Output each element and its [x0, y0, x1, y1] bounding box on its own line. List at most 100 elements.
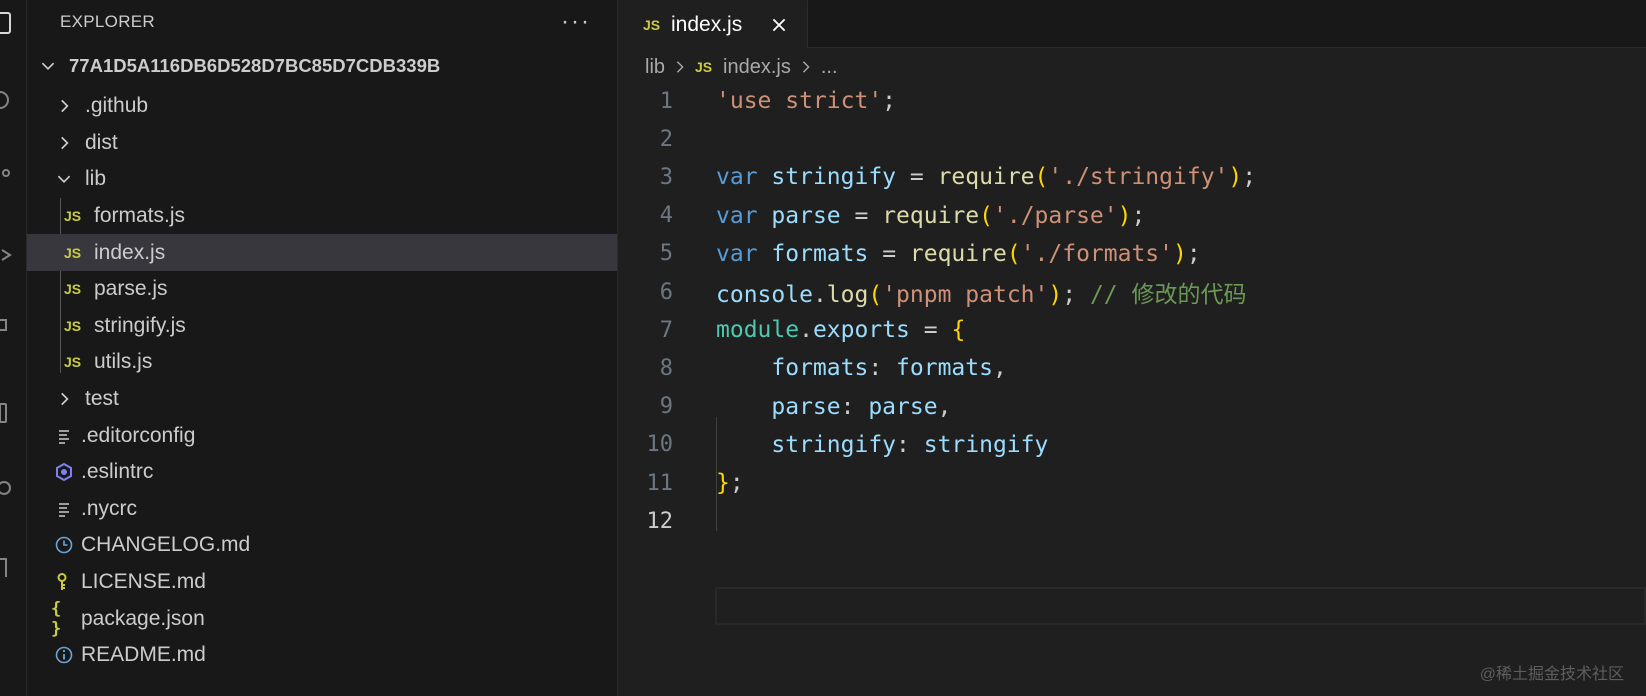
code-token: . — [799, 317, 813, 344]
lines-file-icon — [51, 423, 77, 449]
code-text: var parse = require('./parse'); — [716, 203, 1145, 229]
code-editor[interactable]: 1'use strict'; 2 3 var stringify = require(… — [618, 87, 1646, 696]
code-line[interactable]: 6 console.log('pnpm patch'); // 修改的代码 — [618, 273, 1646, 311]
tree-folder-lib[interactable]: lib — [27, 161, 617, 198]
tree-item-label: CHANGELOG.md — [81, 533, 251, 557]
code-token: parse — [716, 393, 841, 420]
search-icon[interactable] — [0, 88, 14, 114]
tree-folder-test[interactable]: test — [27, 381, 617, 418]
more-actions-icon[interactable]: ··· — [561, 8, 591, 36]
code-line[interactable]: 11}; — [618, 464, 1646, 502]
tab-index-js[interactable]: JS index.js — [618, 0, 808, 48]
close-icon[interactable] — [761, 7, 797, 43]
code-line[interactable]: 1 'use strict'; — [618, 82, 1646, 120]
source-control-icon[interactable] — [0, 165, 14, 191]
line-number: 3 — [659, 164, 673, 190]
clock-icon — [51, 532, 77, 558]
key-icon — [51, 569, 77, 595]
code-token: = — [868, 240, 910, 267]
line-number: 7 — [659, 317, 673, 343]
code-token: ; — [1062, 282, 1090, 308]
activity-bar — [0, 0, 27, 696]
explorer-header: EXPLORER ··· — [27, 0, 617, 44]
code-line[interactable]: 12 — [618, 502, 1646, 540]
tree-file-readme[interactable]: README.md — [27, 637, 617, 674]
tree-folder-dist[interactable]: dist — [27, 125, 617, 162]
code-line[interactable]: 8 formats: formats, — [618, 349, 1646, 387]
code-token: require — [909, 240, 1007, 267]
tree-item-label: .eslintrc — [81, 460, 154, 484]
code-token: ; — [1186, 240, 1201, 267]
tree-item-label: dist — [85, 130, 118, 154]
code-line[interactable]: 10 stringify: stringify — [618, 426, 1646, 464]
code-token: ; — [1131, 202, 1146, 229]
chevron-down-icon — [51, 166, 77, 192]
code-token: formats — [896, 355, 993, 382]
info-icon — [51, 642, 77, 668]
code-token: './formats' — [1020, 240, 1174, 267]
code-token: require — [882, 202, 980, 229]
tree-item-label: index.js — [94, 240, 166, 264]
tree-file-eslintrc[interactable]: .eslintrc — [27, 454, 617, 491]
code-token: exports — [812, 317, 910, 344]
code-line[interactable]: 3 var stringify = require('./stringify'); — [618, 158, 1646, 196]
eslint-icon — [51, 459, 77, 485]
chevron-right-icon — [51, 386, 77, 412]
tree-file-stringify-js[interactable]: JS stringify.js — [27, 308, 617, 345]
code-line[interactable]: 2 — [618, 120, 1646, 158]
run-debug-icon[interactable] — [0, 242, 14, 268]
code-line[interactable]: 4 var parse = require('./parse'); — [618, 197, 1646, 235]
code-token: log — [826, 282, 869, 308]
code-token: ( — [1034, 164, 1049, 191]
code-token: : — [896, 431, 924, 458]
current-line-highlight — [715, 587, 1646, 625]
testing-icon[interactable] — [0, 475, 14, 501]
code-token: stringify — [771, 164, 897, 191]
remote-icon[interactable] — [0, 400, 14, 426]
code-token: ) — [1173, 240, 1187, 267]
tree-item-label: README.md — [81, 643, 206, 667]
tab-bar: JS index.js — [618, 0, 1646, 48]
explorer-icon[interactable] — [0, 10, 14, 36]
tree-file-license[interactable]: LICENSE.md — [27, 564, 617, 601]
js-file-icon: JS — [64, 208, 82, 225]
root-folder[interactable]: 77A1D5A116DB6D528D7BC85D7CDB339B — [27, 44, 617, 88]
tree-item-label: .editorconfig — [81, 423, 196, 447]
tree-file-changelog[interactable]: CHANGELOG.md — [27, 527, 617, 564]
code-token: 'use strict' — [716, 88, 883, 114]
chevron-right-icon — [51, 93, 77, 119]
tree-item-label: LICENSE.md — [81, 570, 206, 594]
accounts-icon[interactable] — [0, 555, 14, 581]
code-token: stringify — [923, 431, 1049, 458]
code-line[interactable]: 9 parse: parse, — [618, 388, 1646, 426]
breadcrumb-file[interactable]: index.js — [723, 56, 791, 79]
code-token: ( — [1006, 240, 1021, 267]
line-number: 11 — [646, 470, 674, 496]
tree-file-index-js[interactable]: JS index.js — [27, 234, 617, 271]
code-line[interactable]: 5 var formats = require('./formats'); — [618, 235, 1646, 273]
code-token: , — [992, 355, 1007, 382]
code-line[interactable]: 7 module.exports = { — [618, 311, 1646, 349]
tree-item-label: lib — [85, 167, 107, 191]
tree-file-editorconfig[interactable]: .editorconfig — [27, 417, 617, 454]
lines-file-icon — [51, 496, 77, 522]
tree-file-utils-js[interactable]: JS utils.js — [27, 344, 617, 381]
watermark: @稀土掘金技术社区 — [1479, 666, 1624, 683]
tree-file-parse-js[interactable]: JS parse.js — [27, 271, 617, 308]
extensions-icon[interactable] — [0, 312, 14, 338]
line-number: 1 — [659, 88, 673, 114]
breadcrumb-folder[interactable]: lib — [645, 56, 665, 79]
tree-file-formats-js[interactable]: JS formats.js — [27, 198, 617, 235]
code-text: formats: formats, — [716, 355, 1007, 382]
breadcrumb: lib JS index.js ... — [618, 48, 1646, 86]
tree-folder-github[interactable]: .github — [27, 88, 617, 125]
code-token: stringify — [716, 431, 897, 458]
explorer-title: EXPLORER — [60, 12, 155, 31]
code-token: var — [716, 202, 758, 229]
tree-file-package-json[interactable]: { } package.json — [27, 599, 617, 639]
editor-area: JS index.js lib JS index.js ... 1 'use st… — [618, 0, 1646, 696]
tree-file-nycrc[interactable]: .nycrc — [27, 491, 617, 528]
breadcrumb-more[interactable]: ... — [821, 56, 838, 79]
js-file-icon: JS — [64, 354, 82, 371]
